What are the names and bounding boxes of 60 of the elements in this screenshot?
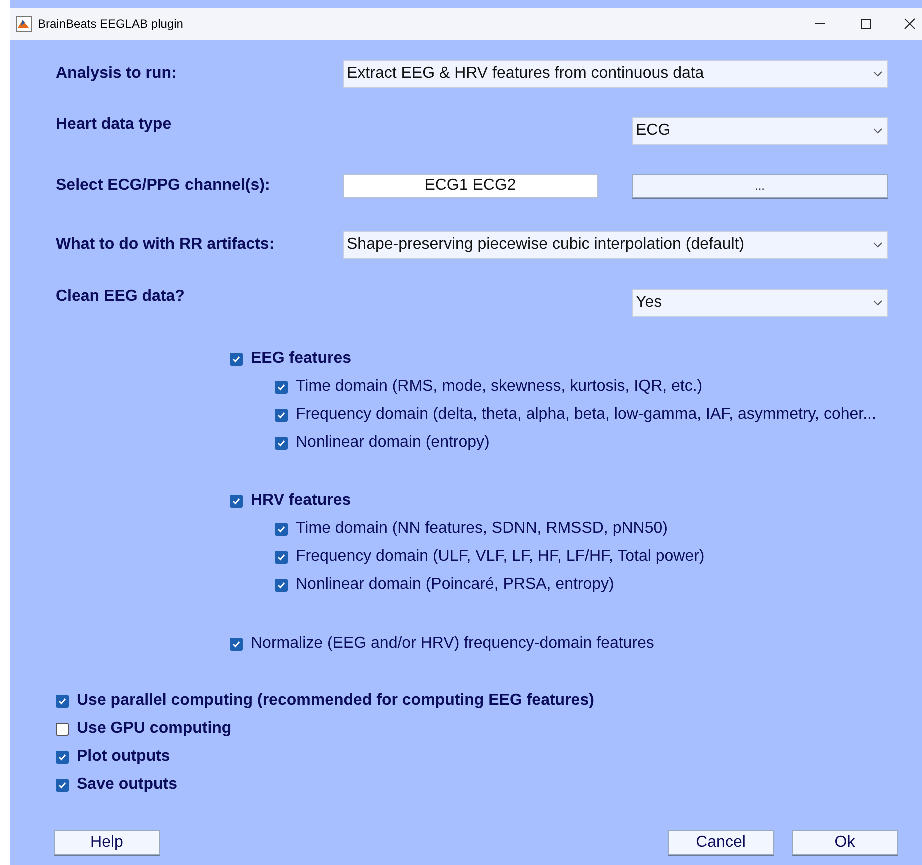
browse-button[interactable]: ... xyxy=(632,174,888,198)
window-title: BrainBeats EEGLAB plugin xyxy=(38,16,184,33)
dialog-button[interactable]: Cancel xyxy=(668,830,774,855)
checkbox-label: Plot outputs xyxy=(77,747,170,767)
checkbox-label: Nonlinear domain (entropy) xyxy=(296,433,490,453)
dropdown[interactable]: ECG xyxy=(632,117,888,145)
checkbox[interactable] xyxy=(56,750,69,764)
check-icon xyxy=(277,580,286,590)
checkbox[interactable] xyxy=(56,694,69,708)
checkbox-label: HRV features xyxy=(251,491,352,511)
checkbox[interactable] xyxy=(56,778,69,792)
checkbox[interactable] xyxy=(275,436,288,450)
field-label: Analysis to run: xyxy=(56,64,178,84)
dropdown[interactable]: Shape-preserving piecewise cubic interpolation (default) xyxy=(343,231,888,259)
checkbox-label: Save outputs xyxy=(77,775,178,795)
checkbox-label: Normalize (EEG and/or HRV) frequency-domain features xyxy=(251,634,654,654)
dropdown[interactable]: Yes xyxy=(632,289,888,317)
caret-icon xyxy=(873,128,883,134)
check-icon xyxy=(58,696,67,706)
check-icon xyxy=(277,382,286,392)
app-icon xyxy=(16,16,32,32)
checkbox[interactable] xyxy=(275,550,288,564)
field-label: What to do with RR artifacts: xyxy=(56,235,276,255)
check-icon xyxy=(232,496,241,506)
checkbox-label: Nonlinear domain (Poincaré, PRSA, entropy) xyxy=(296,575,614,595)
check-icon xyxy=(232,354,241,364)
dropdown[interactable]: Extract EEG & HRV features from continuous data xyxy=(343,60,888,88)
check-icon xyxy=(58,752,67,762)
checkbox[interactable] xyxy=(230,638,243,650)
checkbox-label: EEG features xyxy=(251,349,352,369)
checkbox[interactable] xyxy=(230,352,243,366)
checkbox[interactable] xyxy=(275,578,288,592)
checkbox[interactable] xyxy=(275,522,288,536)
check-icon xyxy=(277,410,286,420)
dialog-button[interactable]: Help xyxy=(54,830,160,855)
field-label: Select ECG/PPG channel(s): xyxy=(56,176,272,196)
close-icon[interactable] xyxy=(904,18,916,30)
channel-field[interactable]: ECG1 ECG2 xyxy=(343,174,598,198)
field-label: Clean EEG data? xyxy=(56,287,186,307)
checkbox-label: Use GPU computing xyxy=(77,719,232,739)
check-icon xyxy=(277,438,286,448)
dialog-button[interactable]: Ok xyxy=(792,830,898,855)
checkbox-label: Frequency domain (delta, theta, alpha, beta, low-gamma, IAF, asymmetry, coher... xyxy=(296,405,876,425)
checkbox[interactable] xyxy=(275,408,288,422)
checkbox-label: Time domain (RMS, mode, skewness, kurtosis, IQR, etc.) xyxy=(296,377,703,397)
caret-icon xyxy=(873,242,883,248)
caret-icon xyxy=(873,300,883,306)
check-icon xyxy=(232,640,241,648)
checkbox-label: Use parallel computing (recommended for computing EEG features) xyxy=(77,691,594,711)
checkbox[interactable] xyxy=(56,722,69,736)
check-icon xyxy=(58,780,67,790)
field-label: Heart data type xyxy=(56,115,173,135)
check-icon xyxy=(277,524,286,534)
maximize-icon[interactable] xyxy=(860,18,872,30)
check-icon xyxy=(277,552,286,562)
checkbox[interactable] xyxy=(275,380,288,394)
checkbox[interactable] xyxy=(230,494,243,508)
caret-icon xyxy=(873,71,883,77)
checkbox-label: Time domain (NN features, SDNN, RMSSD, pNN50) xyxy=(296,519,668,539)
checkbox-label: Frequency domain (ULF, VLF, LF, HF, LF/HF, Total power) xyxy=(296,547,705,567)
